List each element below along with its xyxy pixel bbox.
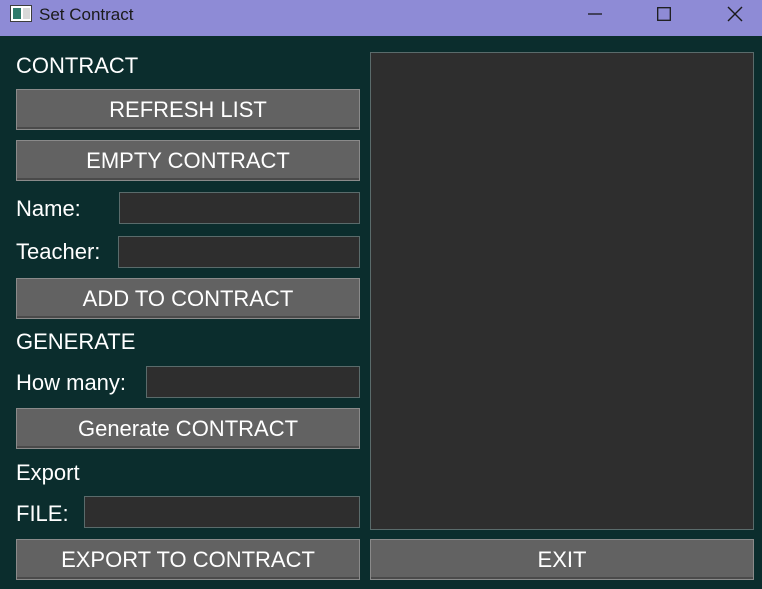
app-window-icon	[10, 5, 32, 22]
how-many-input[interactable]	[146, 366, 360, 398]
contract-heading: CONTRACT	[16, 53, 139, 78]
window-title: Set Contract	[39, 5, 134, 24]
contract-listbox[interactable]	[370, 52, 754, 530]
file-label: FILE:	[16, 501, 69, 526]
exit-button[interactable]: EXIT	[370, 539, 754, 580]
maximize-icon	[657, 7, 671, 21]
add-to-contract-button[interactable]: ADD TO CONTRACT	[16, 278, 360, 319]
name-input[interactable]	[119, 192, 360, 224]
export-to-contract-button[interactable]: EXPORT TO CONTRACT	[16, 539, 360, 580]
generate-heading: GENERATE	[16, 329, 136, 354]
teacher-label: Teacher:	[16, 239, 101, 264]
teacher-input[interactable]	[118, 236, 360, 268]
refresh-list-button[interactable]: REFRESH LIST	[16, 89, 360, 130]
name-label: Name:	[16, 196, 81, 221]
empty-contract-button[interactable]: EMPTY CONTRACT	[16, 140, 360, 181]
close-icon	[727, 6, 743, 22]
title-bar[interactable]: Set Contract	[0, 0, 762, 36]
minimize-icon	[588, 13, 602, 15]
maximize-button[interactable]	[641, 0, 687, 28]
minimize-button[interactable]	[572, 0, 618, 28]
how-many-label: How many:	[16, 370, 127, 395]
file-input[interactable]	[84, 496, 360, 528]
close-button[interactable]	[712, 0, 758, 28]
export-heading: Export	[16, 460, 80, 485]
generate-contract-button[interactable]: Generate CONTRACT	[16, 408, 360, 449]
